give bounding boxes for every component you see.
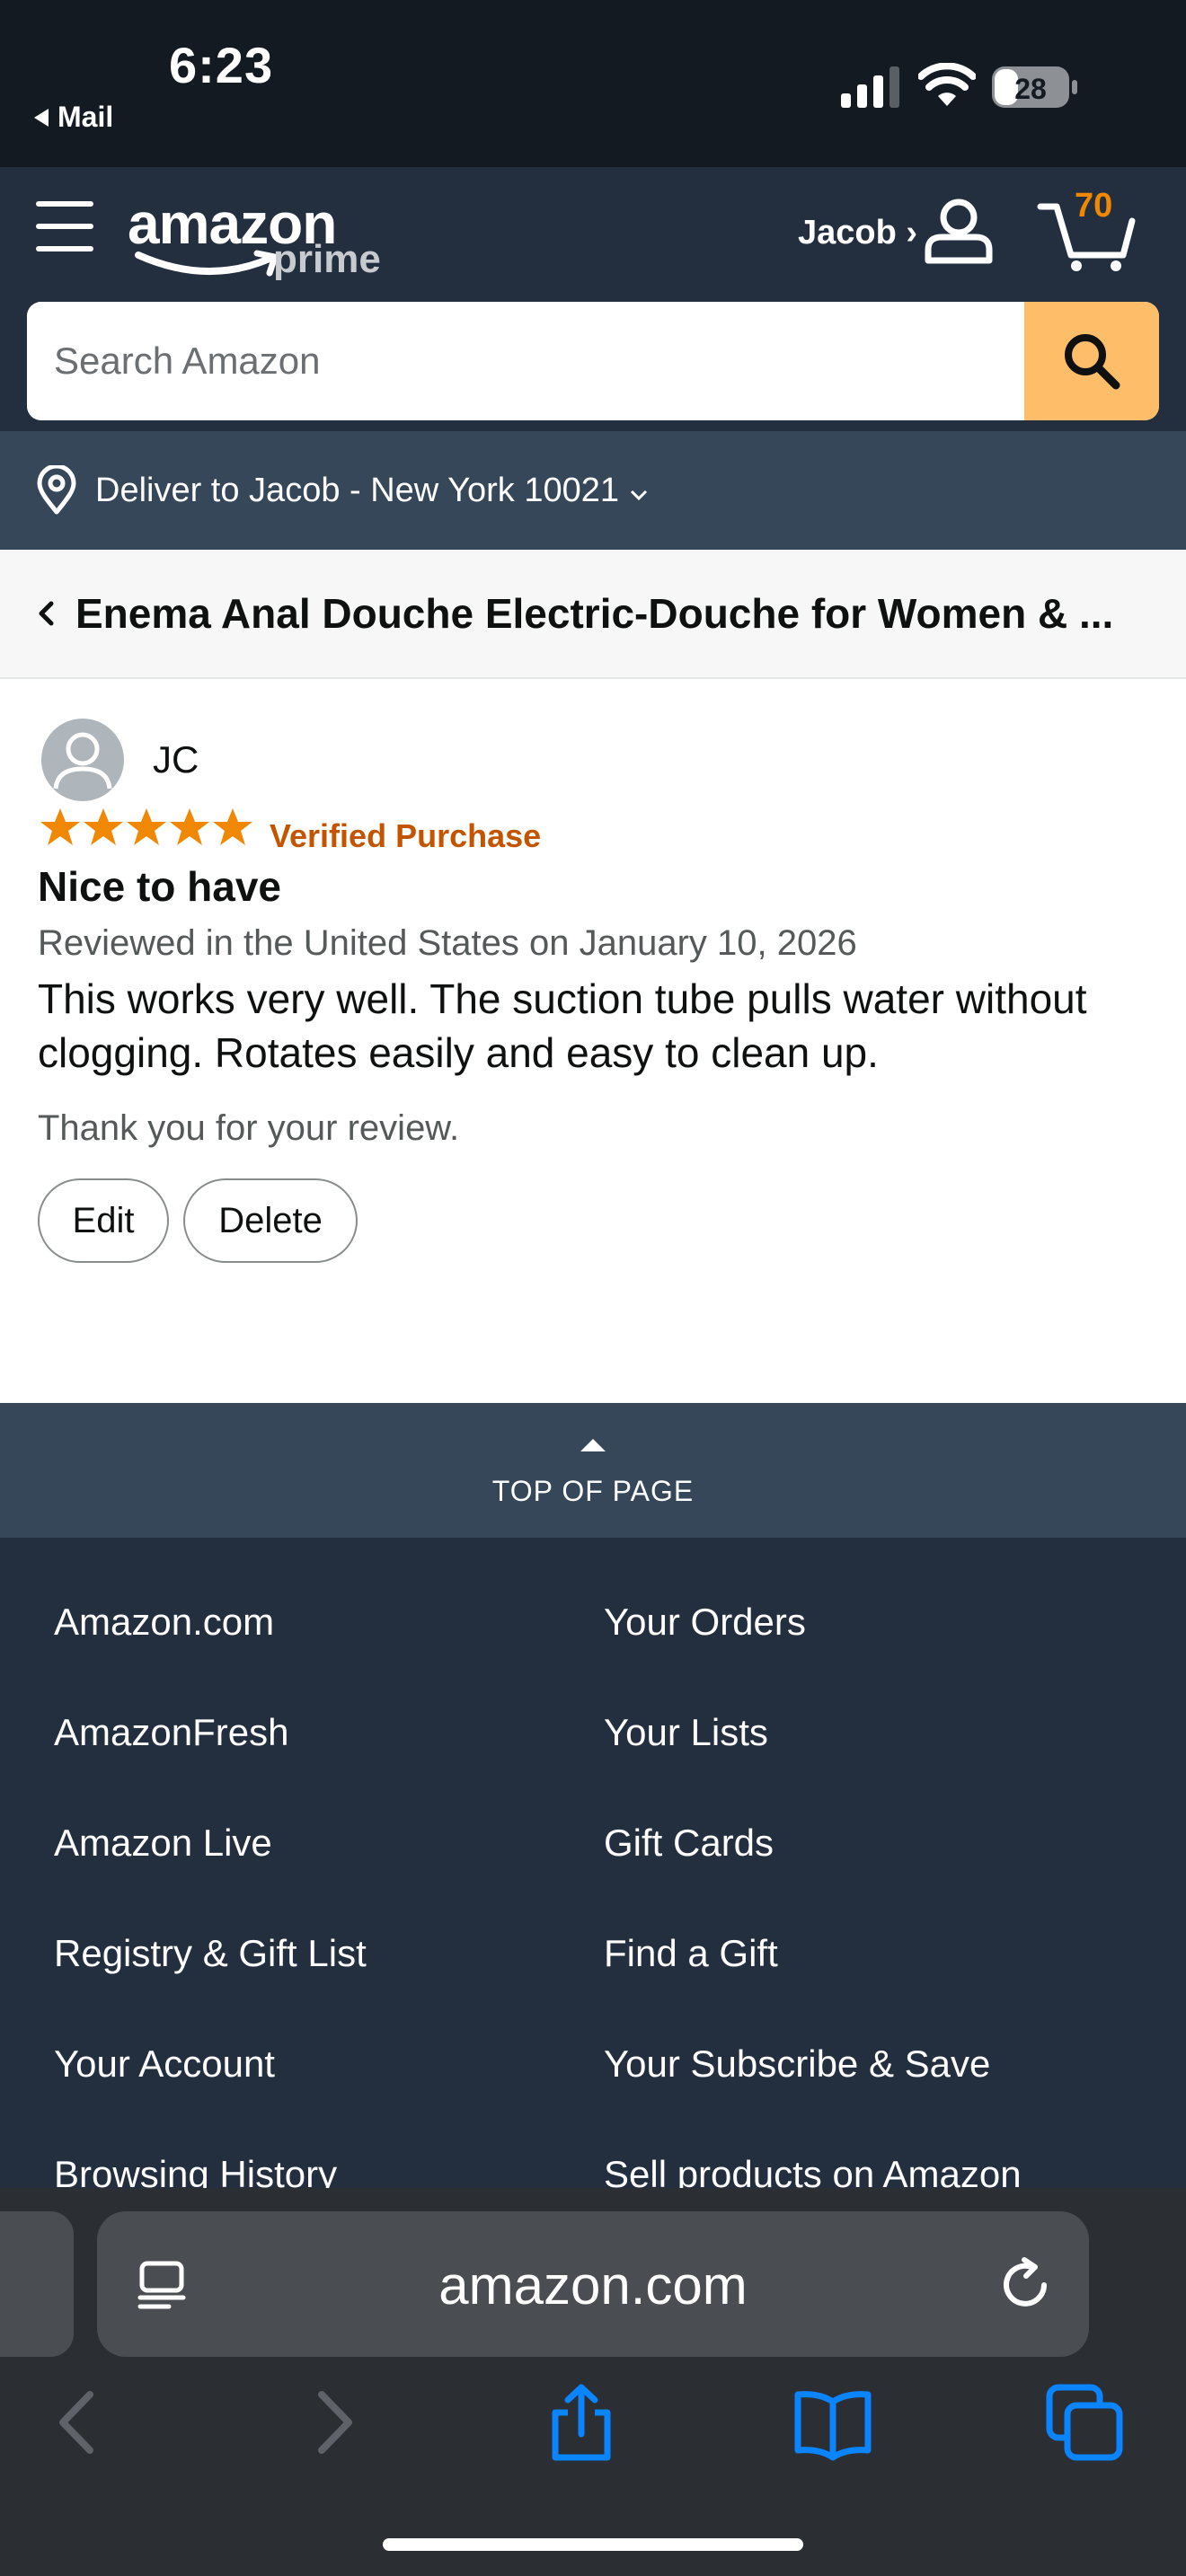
logo-prime: prime: [273, 237, 381, 281]
review-date: Reviewed in the United States on January…: [38, 923, 857, 963]
star-icon: [40, 808, 80, 845]
battery-level: 28: [1014, 73, 1047, 105]
star-icon: [170, 808, 209, 845]
star-icon: [84, 808, 123, 845]
previous-tab-preview[interactable]: [0, 2211, 74, 2357]
forward-arrow-icon[interactable]: [293, 2382, 374, 2463]
back-arrow-icon[interactable]: [38, 2382, 119, 2463]
amazon-prime-logo[interactable]: amazon prime: [128, 190, 388, 281]
search-bar: [27, 302, 1159, 420]
product-title[interactable]: Enema Anal Douche Electric-Douche for Wo…: [75, 589, 1181, 638]
top-of-page-button[interactable]: TOP OF PAGE: [0, 1403, 1186, 1538]
search-icon: [1065, 334, 1120, 390]
search-input[interactable]: [27, 302, 1024, 420]
footer-link-find-a-gift[interactable]: Find a Gift: [604, 1932, 778, 1975]
review-title: Nice to have: [38, 863, 281, 910]
delete-review-button[interactable]: Delete: [183, 1178, 358, 1263]
status-time: 6:23: [169, 37, 274, 93]
review-thanks-text: Thank you for your review.: [38, 1108, 460, 1148]
back-mail-label: Mail: [58, 101, 114, 133]
account-user-icon[interactable]: [924, 198, 994, 264]
footer-link-amazon-com[interactable]: Amazon.com: [54, 1601, 274, 1644]
cart-count-badge: 70: [1075, 187, 1113, 225]
default-avatar-icon: [53, 732, 112, 790]
footer-link-your-lists[interactable]: Your Lists: [604, 1711, 768, 1754]
star-icon: [127, 808, 166, 845]
caret-up-icon: [580, 1439, 606, 1451]
account-link[interactable]: Jacob ›: [798, 214, 917, 252]
menu-icon[interactable]: [36, 201, 93, 251]
home-indicator[interactable]: [383, 2538, 803, 2551]
bookmarks-icon[interactable]: [792, 2382, 873, 2463]
top-of-page-label: TOP OF PAGE: [491, 1475, 695, 1507]
url-text: amazon.com: [438, 2255, 748, 2316]
battery-icon: 28: [992, 66, 1077, 108]
reviewer-name: JC: [153, 738, 199, 781]
search-button[interactable]: [1024, 302, 1159, 420]
verified-purchase-badge: Verified Purchase: [270, 817, 542, 854]
cellular-signal-icon: [841, 66, 899, 108]
footer-link-sell-products[interactable]: Sell products on Amazon: [604, 2153, 1022, 2190]
deliver-to-text: Deliver to Jacob - New York 10021: [95, 471, 619, 509]
reload-icon[interactable]: [997, 2256, 1053, 2312]
footer-link-registry[interactable]: Registry & Gift List: [54, 1932, 367, 1975]
footer-link-amazonfresh[interactable]: AmazonFresh: [54, 1711, 288, 1754]
tabs-icon[interactable]: [1044, 2382, 1125, 2463]
chevron-down-icon: [630, 490, 648, 501]
review-card: JC Verified Purchase Nice to have Review…: [0, 681, 1186, 1403]
smile-arrow-icon: [135, 250, 279, 277]
address-bar[interactable]: amazon.com: [97, 2211, 1089, 2357]
star-rating: [40, 807, 253, 848]
status-bar: 6:23 Mail 28: [0, 0, 1186, 167]
star-icon: [213, 808, 252, 845]
share-icon[interactable]: [541, 2382, 622, 2463]
chevron-left-icon[interactable]: [36, 600, 56, 627]
footer-link-subscribe-save[interactable]: Your Subscribe & Save: [604, 2042, 990, 2086]
footer-link-amazon-live[interactable]: Amazon Live: [54, 1822, 272, 1865]
amazon-header: amazon prime Jacob › 70: [0, 167, 1186, 431]
location-pin-icon: [37, 465, 76, 515]
footer-link-your-account[interactable]: Your Account: [54, 2042, 275, 2086]
wifi-icon: [918, 63, 976, 106]
back-to-mail-link[interactable]: Mail: [34, 101, 113, 134]
review-body: This works very well. The suction tube p…: [38, 975, 1087, 1076]
reviewer-avatar: [41, 719, 124, 801]
footer-link-your-orders[interactable]: Your Orders: [604, 1601, 806, 1644]
edit-review-button[interactable]: Edit: [38, 1178, 169, 1263]
footer-link-gift-cards[interactable]: Gift Cards: [604, 1822, 774, 1865]
footer-link-browsing-history[interactable]: Browsing History: [54, 2153, 337, 2190]
back-triangle-icon: [34, 108, 49, 127]
product-title-bar[interactable]: Enema Anal Douche Electric-Douche for Wo…: [0, 550, 1186, 679]
footer-links: Amazon.com AmazonFresh Amazon Live Regis…: [0, 1538, 1186, 2190]
deliver-to-bar[interactable]: Deliver to Jacob - New York 10021: [0, 431, 1186, 550]
